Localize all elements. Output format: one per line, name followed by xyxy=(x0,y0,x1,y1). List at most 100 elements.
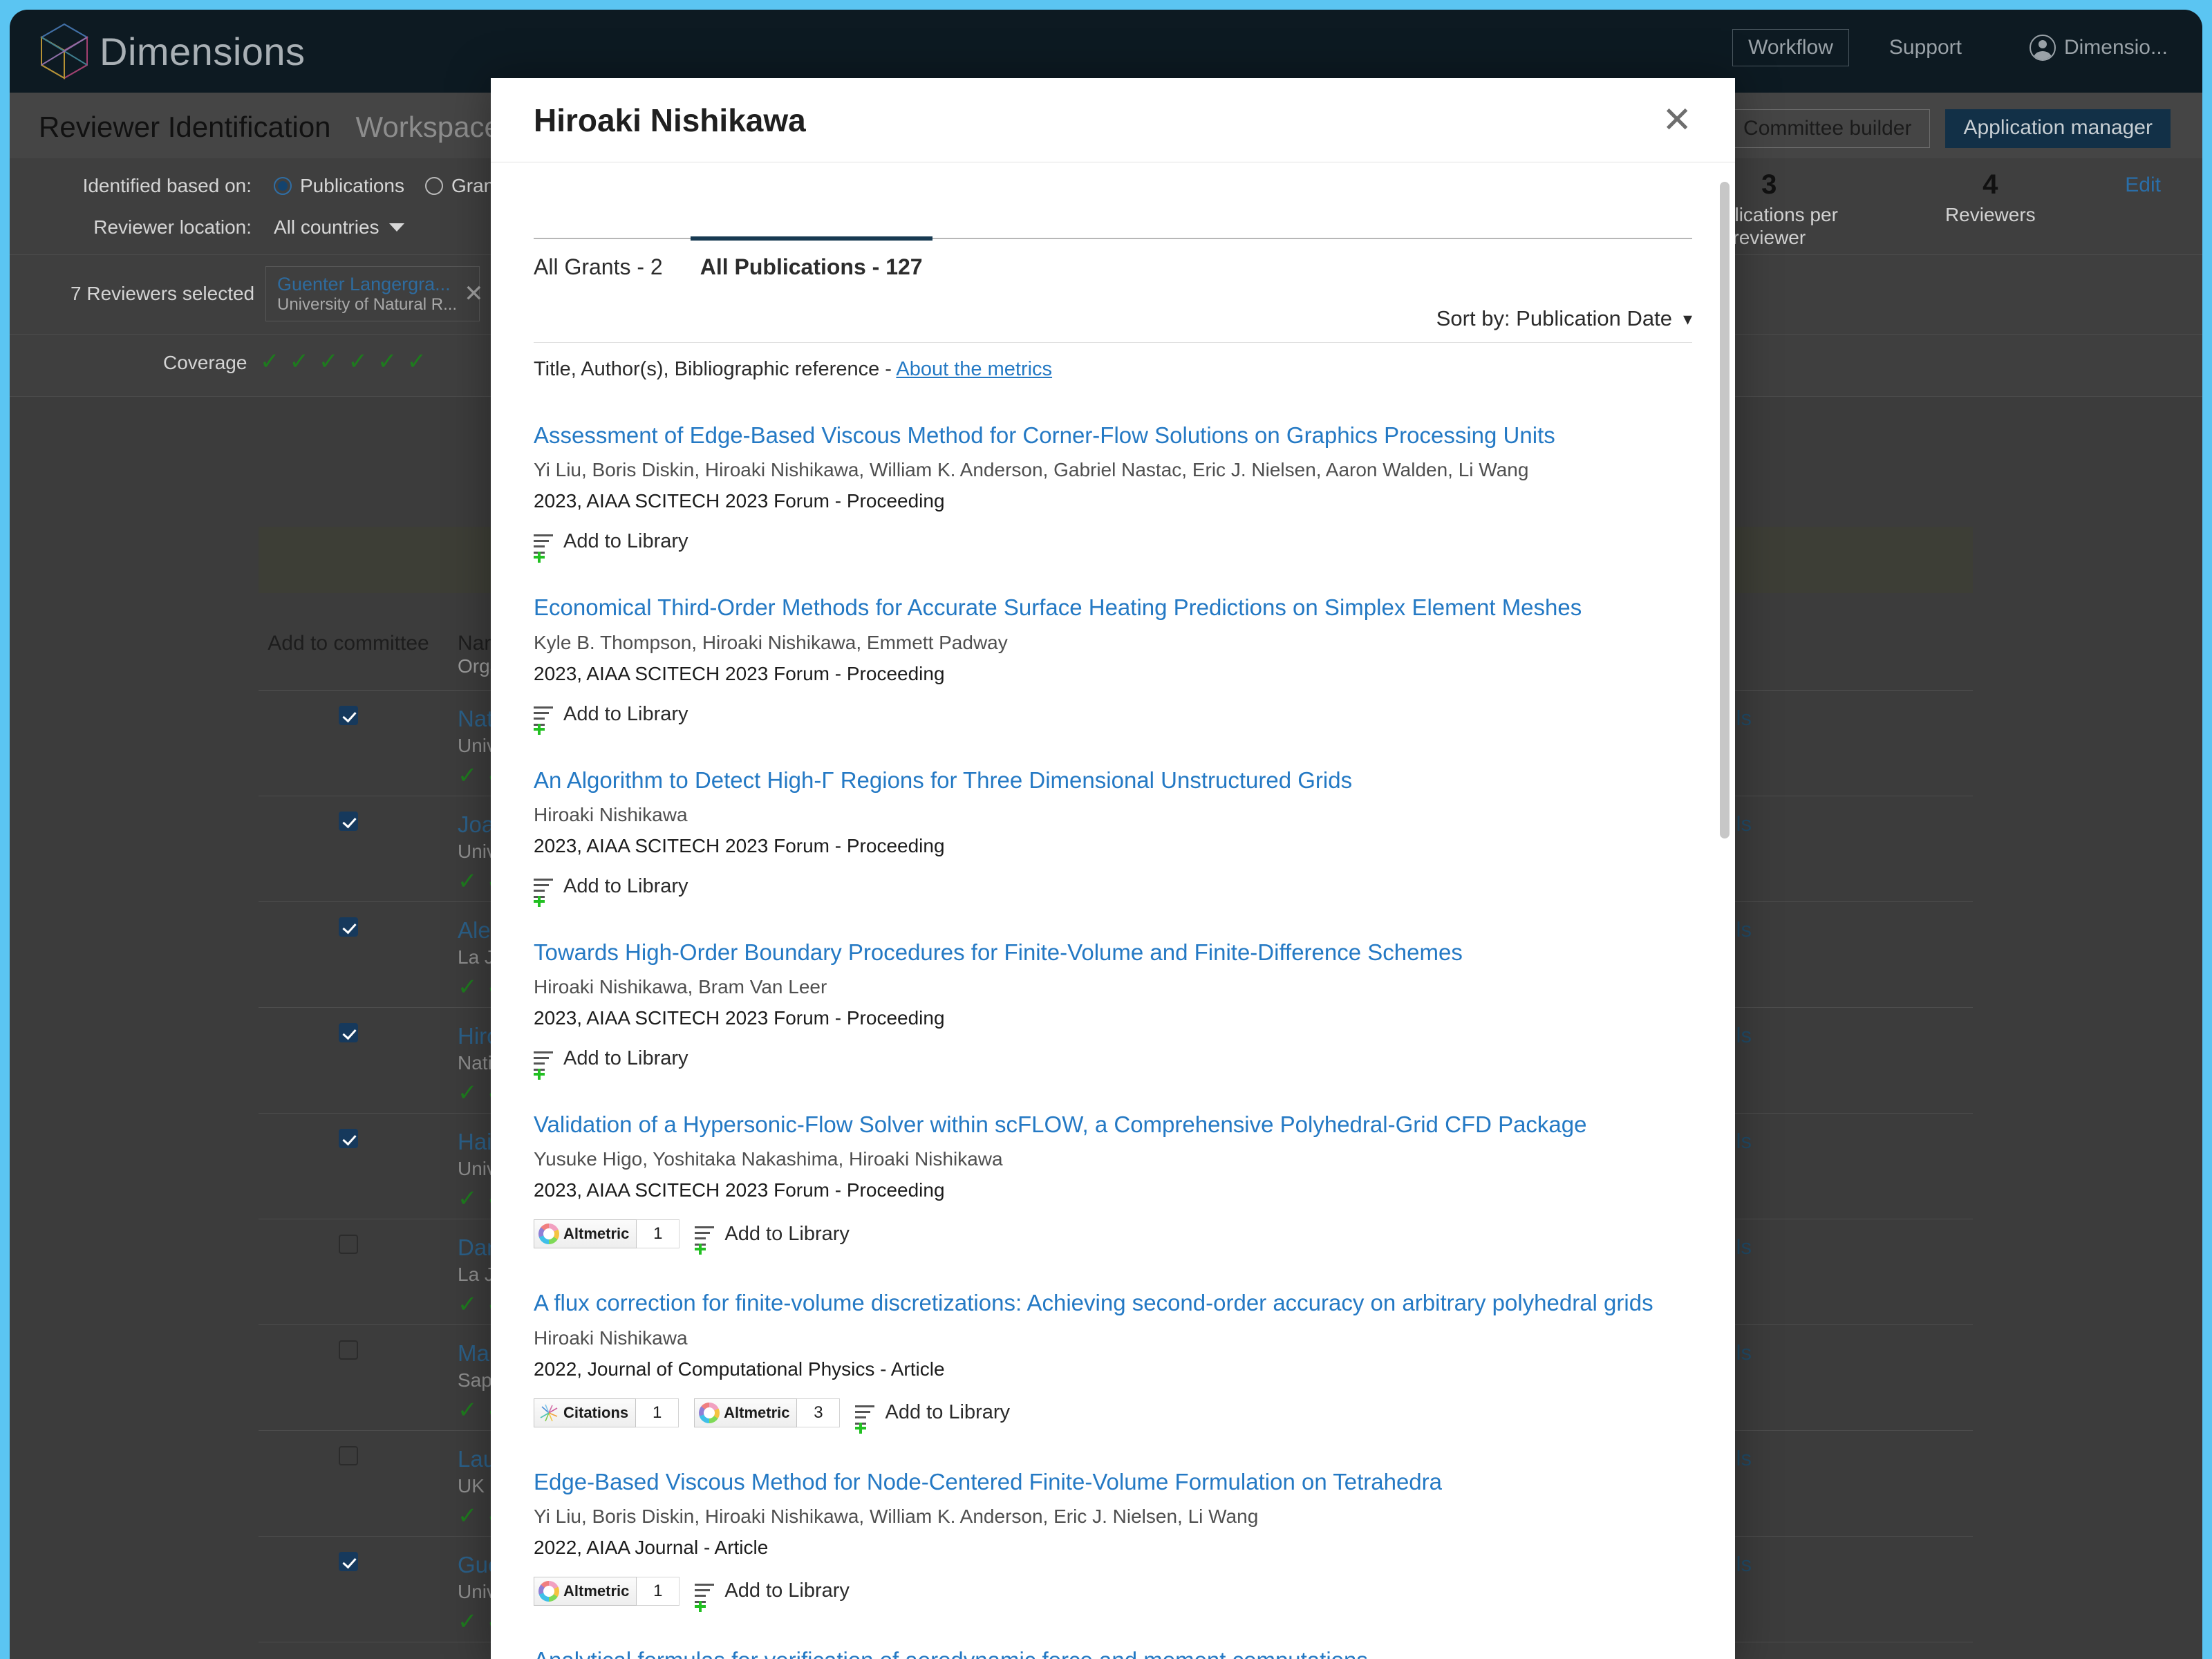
add-to-committee-checkbox[interactable] xyxy=(339,812,358,831)
coverage-tick-icon: ✓ xyxy=(260,350,280,373)
chevron-down-icon: ▾ xyxy=(1683,308,1692,330)
publication-item: Assessment of Edge-Based Viscous Method … xyxy=(534,421,1692,553)
avatar-icon xyxy=(2030,35,2056,61)
committee-builder-button[interactable]: Committee builder xyxy=(1725,109,1930,148)
publication-reference: 2022, AIAA Journal - Article xyxy=(534,1537,1692,1559)
coverage-tick-icon: ✓ xyxy=(348,350,368,373)
metric-badge-type: Citations xyxy=(563,1404,628,1422)
metric-badge-altmetric[interactable]: Altmetric1 xyxy=(534,1577,679,1606)
add-to-library-label: Add to Library xyxy=(563,875,688,898)
tab-reviewer-identification[interactable]: Reviewer Identification xyxy=(39,111,331,144)
modal-title: Hiroaki Nishikawa xyxy=(534,102,806,139)
add-to-library-button[interactable]: Add to Library xyxy=(695,1223,850,1246)
modal-body: All Grants - 2 All Publications - 127 So… xyxy=(491,163,1735,1659)
publication-title-link[interactable]: An Algorithm to Detect High-Γ Regions fo… xyxy=(534,766,1692,794)
publication-title-link[interactable]: Edge-Based Viscous Method for Node-Cente… xyxy=(534,1468,1692,1496)
row-checkbox-cell xyxy=(259,1552,438,1571)
modal-header: Hiroaki Nishikawa ✕ xyxy=(491,78,1735,162)
radio-publications[interactable]: Publications xyxy=(274,175,404,197)
publication-actions: Add to Library xyxy=(534,530,1692,553)
reviewer-location-value: All countries xyxy=(274,216,379,238)
row-checkbox-cell xyxy=(259,1129,438,1148)
add-to-committee-checkbox[interactable] xyxy=(339,1446,358,1465)
publication-title-link[interactable]: Towards High-Order Boundary Procedures f… xyxy=(534,938,1692,966)
coverage-checks: ✓✓✓✓✓✓ xyxy=(260,350,427,373)
reviewer-location-row: Reviewer location: All countries xyxy=(79,216,404,238)
sort-label: Sort by: Publication Date xyxy=(1436,306,1672,331)
metric-badge-citations[interactable]: Citations 1 xyxy=(534,1398,679,1427)
metric-badge-value: 1 xyxy=(636,1398,679,1427)
publication-reference: 2023, AIAA SCITECH 2023 Forum - Proceedi… xyxy=(534,835,1692,857)
add-to-library-button[interactable]: Add to Library xyxy=(534,875,688,898)
publication-title-link[interactable]: Validation of a Hypersonic-Flow Solver w… xyxy=(534,1110,1692,1138)
publication-title-link[interactable]: Analytical formulas for verification of … xyxy=(534,1646,1692,1659)
add-to-library-button[interactable]: Add to Library xyxy=(534,1047,688,1070)
altmetric-donut-icon xyxy=(538,1581,559,1602)
brand-logo[interactable]: Dimensions xyxy=(39,22,306,80)
add-to-committee-checkbox[interactable] xyxy=(339,1129,358,1148)
reviewer-chip-org: University of Natural R... xyxy=(277,295,457,314)
add-to-committee-checkbox[interactable] xyxy=(339,917,358,937)
metric-badge-label: Altmetric xyxy=(534,1219,637,1248)
selected-reviewers-count: 7 Reviewers selected xyxy=(71,283,254,305)
add-to-committee-checkbox[interactable] xyxy=(339,1235,358,1254)
edit-link[interactable]: Edit xyxy=(2125,174,2161,197)
coverage-tick-icon: ✓ xyxy=(458,1293,478,1316)
add-to-library-button[interactable]: Add to Library xyxy=(534,530,688,553)
about-the-metrics-link[interactable]: About the metrics xyxy=(896,358,1052,380)
row-checkbox-cell xyxy=(259,1340,438,1360)
publication-actions: Add to Library xyxy=(534,703,1692,726)
add-to-library-button[interactable]: Add to Library xyxy=(695,1580,850,1602)
application-manager-button[interactable]: Application manager xyxy=(1945,109,2171,148)
add-to-library-button[interactable]: Add to Library xyxy=(534,703,688,726)
publication-actions: Citations 1 Altmetric3 Add to Library xyxy=(534,1398,1692,1427)
metric-badge-altmetric[interactable]: Altmetric1 xyxy=(534,1219,679,1248)
add-to-committee-checkbox[interactable] xyxy=(339,1023,358,1042)
publication-title-link[interactable]: Assessment of Edge-Based Viscous Method … xyxy=(534,421,1692,449)
publication-authors: Yi Liu, Boris Diskin, Hiroaki Nishikawa,… xyxy=(534,459,1692,481)
add-to-committee-checkbox[interactable] xyxy=(339,1552,358,1571)
coverage-tick-icon: ✓ xyxy=(458,1504,478,1528)
reviewer-chip-name: Guenter Langergra... xyxy=(277,274,451,294)
page-tabs: Reviewer Identification Workspace xyxy=(39,111,500,144)
modal-scrollbar[interactable] xyxy=(1720,182,1730,838)
nav-support[interactable]: Support xyxy=(1874,30,1977,66)
publication-item: Towards High-Order Boundary Procedures f… xyxy=(534,938,1692,1070)
coverage-tick-icon: ✓ xyxy=(458,1081,478,1105)
metric-badge-altmetric[interactable]: Altmetric3 xyxy=(694,1398,840,1427)
nav-workflow[interactable]: Workflow xyxy=(1732,29,1849,66)
publication-modal: Hiroaki Nishikawa ✕ All Grants - 2 All P… xyxy=(491,78,1735,1659)
citation-burst-icon xyxy=(538,1403,559,1423)
publication-title-link[interactable]: A flux correction for finite-volume disc… xyxy=(534,1288,1692,1317)
metric-badge-value: 1 xyxy=(637,1577,679,1606)
altmetric-donut-icon xyxy=(699,1403,720,1423)
tab-all-publications[interactable]: All Publications - 127 xyxy=(691,236,932,291)
user-menu[interactable]: Dimensio... xyxy=(2030,35,2168,61)
sort-control[interactable]: Sort by: Publication Date ▾ xyxy=(534,306,1692,343)
selected-reviewer-chips: Guenter Langergra... University of Natur… xyxy=(265,266,480,321)
publication-title-link[interactable]: Economical Third-Order Methods for Accur… xyxy=(534,593,1692,621)
publication-actions: Add to Library xyxy=(534,1047,1692,1070)
coverage-tick-icon: ✓ xyxy=(458,1187,478,1210)
metrics-legend: Title, Author(s), Bibliographic referenc… xyxy=(534,358,1692,381)
close-icon[interactable]: ✕ xyxy=(464,280,484,308)
close-icon[interactable]: ✕ xyxy=(1662,102,1692,138)
publication-actions: Altmetric1 Add to Library xyxy=(534,1577,1692,1606)
reviewer-location-select[interactable]: All countries xyxy=(274,216,404,238)
user-name-label: Dimensio... xyxy=(2064,36,2168,59)
add-to-library-label: Add to Library xyxy=(724,1223,850,1246)
column-header-add-to-committee: Add to committee xyxy=(259,632,438,677)
add-to-committee-checkbox[interactable] xyxy=(339,706,358,725)
reviewer-chip[interactable]: Guenter Langergra... University of Natur… xyxy=(265,266,480,321)
tab-workspace[interactable]: Workspace xyxy=(356,111,500,144)
publication-actions: Add to Library xyxy=(534,875,1692,898)
publication-authors: Hiroaki Nishikawa xyxy=(534,1327,1692,1349)
legend-text: Title, Author(s), Bibliographic referenc… xyxy=(534,358,896,380)
tab-all-grants[interactable]: All Grants - 2 xyxy=(534,236,691,291)
add-to-committee-checkbox[interactable] xyxy=(339,1340,358,1360)
add-to-library-icon xyxy=(534,877,554,895)
row-checkbox-cell xyxy=(259,1235,438,1254)
coverage-tick-icon: ✓ xyxy=(377,350,397,373)
coverage-tick-icon: ✓ xyxy=(458,870,478,893)
add-to-library-button[interactable]: Add to Library xyxy=(855,1401,1010,1424)
